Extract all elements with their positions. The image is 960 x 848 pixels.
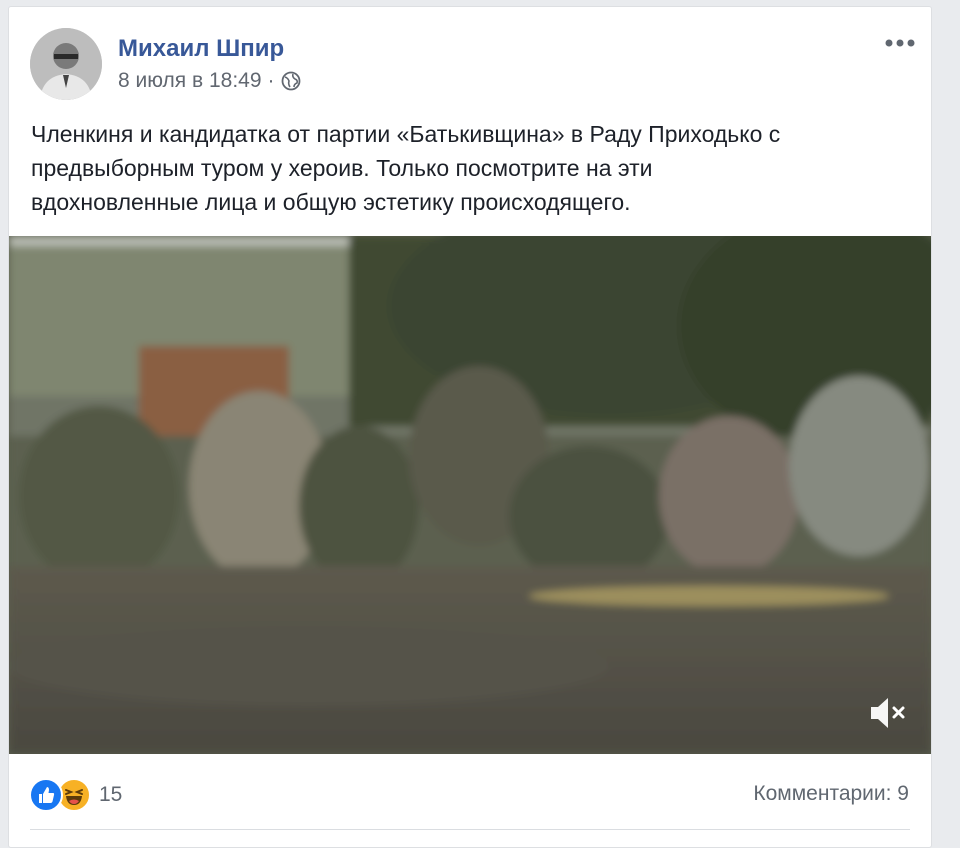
video-player[interactable] <box>9 236 931 754</box>
globe-icon <box>281 71 301 91</box>
muted-speaker-icon[interactable] <box>867 694 909 732</box>
meta-separator: · <box>267 69 275 92</box>
post-card: Михаил Шпир 8 июля в 18:49 · Членкиня и … <box>8 6 932 848</box>
reactions-summary[interactable]: 15 <box>29 778 122 812</box>
author-name-link[interactable]: Михаил Шпир <box>118 35 284 63</box>
post-meta: 8 июля в 18:49 · <box>118 69 301 93</box>
post-text: Членкиня и кандидатка от партии «Батькив… <box>31 117 911 219</box>
actions-divider <box>30 829 910 830</box>
more-options-icon[interactable] <box>883 33 917 53</box>
post-text-line: Членкиня и кандидатка от партии «Батькив… <box>31 121 781 147</box>
comments-count-link[interactable]: Комментарии: 9 <box>753 782 909 806</box>
like-reaction-icon <box>29 778 63 812</box>
video-frame <box>9 236 931 754</box>
post-text-line: предвыборным туром у хероив. Только посм… <box>31 155 653 181</box>
post-text-line: вдохновленные лица и общую эстетику прои… <box>31 189 631 215</box>
post-timestamp[interactable]: 8 июля в 18:49 <box>118 69 262 93</box>
author-avatar[interactable] <box>30 28 102 100</box>
reaction-count: 15 <box>99 783 123 806</box>
